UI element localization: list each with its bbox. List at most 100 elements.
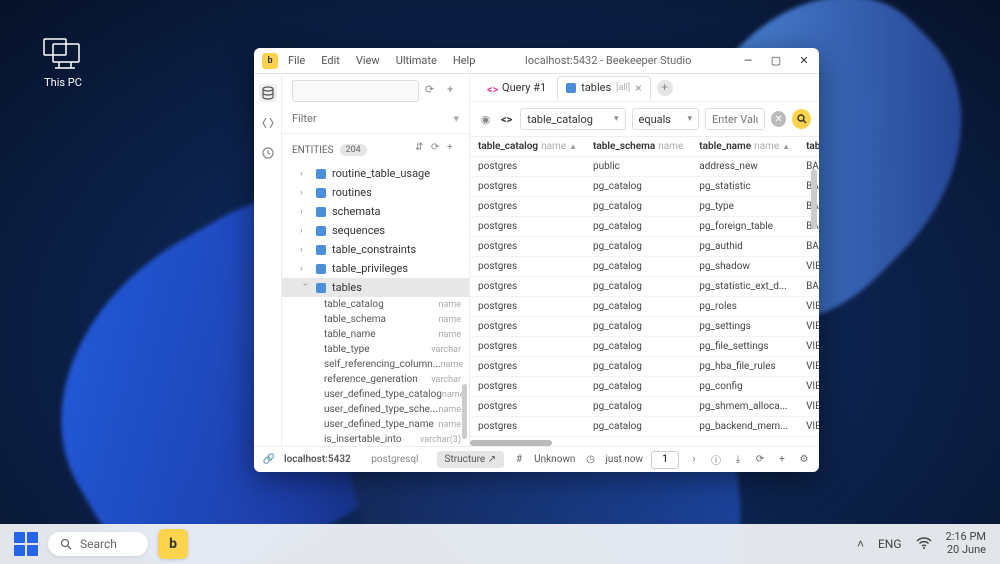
page-number-input[interactable] [651,451,679,469]
table-cell[interactable]: pg_catalog [585,357,691,377]
tray-chevron-up-icon[interactable]: ˄ [857,537,864,551]
table-cell[interactable]: pg_catalog [585,377,691,397]
table-cell[interactable]: pg_shadow [691,257,798,277]
table-cell[interactable]: postgres [470,217,585,237]
sidebar-refresh-icon[interactable]: ⟳ [425,83,441,99]
tree-item-table_privileges[interactable]: ›table_privileges [282,259,469,278]
table-row[interactable]: postgrespg_catalogpg_statistic_ext_d...B… [470,277,819,297]
table-cell[interactable]: pg_catalog [585,277,691,297]
table-vertical-scrollbar[interactable] [811,169,817,229]
table-cell[interactable]: VIEW [798,337,819,357]
menu-file[interactable]: File [288,54,305,67]
column-item[interactable]: self_referencing_column...name [282,357,469,372]
column-item[interactable]: table_catalogname [282,297,469,312]
table-cell[interactable]: pg_settings [691,317,798,337]
table-cell[interactable]: postgres [470,177,585,197]
entities-add-icon[interactable]: + [447,142,463,158]
rail-database-icon[interactable] [259,84,277,102]
table-cell[interactable]: postgres [470,377,585,397]
column-item[interactable]: user_defined_type_namename [282,417,469,432]
tray-language[interactable]: ENG [878,537,902,551]
structure-button[interactable]: Structure ↗ [437,451,505,468]
data-table-wrap[interactable]: table_catalogname▲table_schemanametable_… [470,137,819,446]
table-cell[interactable]: public [585,157,691,177]
taskbar-search[interactable]: Search [48,532,148,556]
table-cell[interactable]: pg_statistic [691,177,798,197]
settings-gear-icon[interactable]: ⚙ [797,453,811,467]
table-cell[interactable]: postgres [470,357,585,377]
close-icon[interactable]: × [635,81,641,95]
table-cell[interactable]: pg_catalog [585,337,691,357]
sidebar-add-icon[interactable]: + [447,83,463,99]
table-cell[interactable]: pg_catalog [585,417,691,437]
table-cell[interactable]: pg_authid [691,237,798,257]
column-item[interactable]: user_defined_type_sche...name [282,402,469,417]
table-row[interactable]: postgrespg_catalogpg_backend_mem...VIEW [470,417,819,437]
refresh-icon[interactable]: ⟳ [753,453,767,467]
table-cell[interactable]: pg_foreign_table [691,217,798,237]
table-cell[interactable]: VIEW [798,317,819,337]
tab-add-button[interactable]: + [657,80,673,96]
entities-tree[interactable]: ›routine_table_usage›routines›schemata›s… [282,164,469,446]
table-cell[interactable]: pg_config [691,377,798,397]
table-cell[interactable]: postgres [470,157,585,177]
tree-item-sequences[interactable]: ›sequences [282,221,469,240]
start-button[interactable] [14,532,38,556]
column-header-table_schema[interactable]: table_schemaname [585,137,691,157]
table-cell[interactable]: VIEW [798,377,819,397]
info-icon[interactable]: ⓘ [709,453,723,467]
table-cell[interactable]: pg_catalog [585,217,691,237]
table-cell[interactable]: VIEW [798,417,819,437]
filter-column-select[interactable]: table_catalog [520,108,625,130]
menu-ultimate[interactable]: Ultimate [396,54,437,67]
table-horizontal-scrollbar[interactable] [470,440,552,446]
menu-edit[interactable]: Edit [321,54,340,67]
menu-view[interactable]: View [356,54,380,67]
table-row[interactable]: postgrespg_catalogpg_typeBASE TABLE [470,197,819,217]
entities-collapse-icon[interactable]: ⇵ [415,142,431,158]
table-cell[interactable]: pg_file_settings [691,337,798,357]
desktop-icon-this-pc[interactable]: This PC [28,38,98,89]
table-cell[interactable]: pg_type [691,197,798,217]
filter-apply-button[interactable] [792,109,811,129]
tray-clock[interactable]: 2:16 PM 20 June [946,531,986,556]
table-cell[interactable]: pg_catalog [585,197,691,217]
table-cell[interactable]: postgres [470,277,585,297]
column-item[interactable]: table_schemaname [282,312,469,327]
table-cell[interactable]: pg_catalog [585,397,691,417]
tab-query-#1[interactable]: <>Query #1 [478,76,555,99]
table-cell[interactable]: VIEW [798,357,819,377]
table-row[interactable]: postgrespg_catalogpg_shmem_alloca...VIEW [470,397,819,417]
table-cell[interactable]: pg_roles [691,297,798,317]
titlebar[interactable]: b File Edit View Ultimate Help localhost… [254,48,819,74]
filter-clear-button[interactable]: ✕ [771,111,786,127]
sidebar-filter-input[interactable] [292,112,453,125]
window-close-button[interactable]: ✕ [797,54,811,68]
table-cell[interactable]: pg_catalog [585,297,691,317]
column-item[interactable]: table_typevarchar [282,342,469,357]
table-cell[interactable]: postgres [470,317,585,337]
column-item[interactable]: is_insertable_intovarchar(3) [282,432,469,446]
table-cell[interactable]: postgres [470,397,585,417]
tree-item-routine_table_usage[interactable]: ›routine_table_usage [282,164,469,183]
table-row[interactable]: postgrespg_catalogpg_hba_file_rulesVIEW [470,357,819,377]
table-cell[interactable]: pg_catalog [585,177,691,197]
table-row[interactable]: postgrespublicaddress_newBASE TABLE [470,157,819,177]
table-row[interactable]: postgrespg_catalogpg_configVIEW [470,377,819,397]
menu-help[interactable]: Help [453,54,476,67]
window-minimize-button[interactable]: — [741,54,755,68]
table-cell[interactable]: pg_statistic_ext_d... [691,277,798,297]
column-header-table_catalog[interactable]: table_catalogname▲ [470,137,585,157]
wifi-icon[interactable] [916,536,932,553]
table-cell[interactable]: postgres [470,417,585,437]
table-cell[interactable]: pg_backend_mem... [691,417,798,437]
filter-icon[interactable]: ▾ [453,112,459,125]
table-cell[interactable]: postgres [470,237,585,257]
table-row[interactable]: postgrespg_catalogpg_shadowVIEW [470,257,819,277]
table-cell[interactable]: postgres [470,197,585,217]
table-cell[interactable]: postgres [470,337,585,357]
column-item[interactable]: reference_generationvarchar [282,372,469,387]
window-maximize-button[interactable]: ▢ [769,54,783,68]
table-cell[interactable]: VIEW [798,297,819,317]
code-toggle-icon[interactable]: <> [499,111,514,127]
